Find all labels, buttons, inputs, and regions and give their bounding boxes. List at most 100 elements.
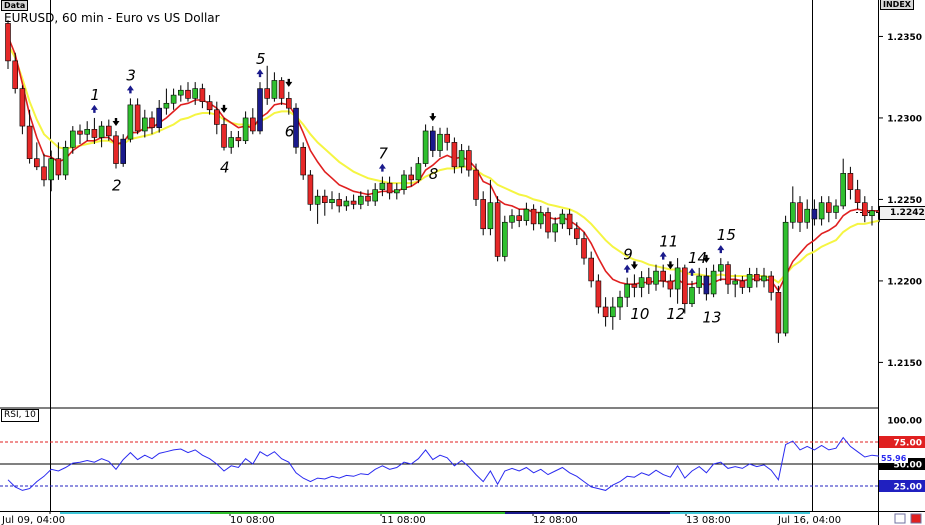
candle-body: [415, 163, 422, 181]
candle-body: [645, 277, 652, 285]
candle-body: [710, 270, 717, 295]
candle-body: [624, 283, 631, 298]
marker-label: 11: [659, 233, 678, 251]
candle-body: [386, 182, 393, 194]
candle-body: [41, 166, 47, 181]
candle-body: [797, 202, 803, 223]
candle-body: [588, 257, 595, 282]
candle-body: [372, 189, 379, 202]
marker-label: 7: [378, 145, 388, 163]
candle-body: [660, 270, 667, 282]
price-tick-label: 1.2200: [887, 277, 922, 287]
close-chart-button[interactable]: [910, 513, 922, 524]
price-tick-label: 1.2350: [887, 33, 922, 43]
candle-body: [595, 280, 602, 308]
marker-label: 3: [126, 66, 136, 84]
rsi-pane[interactable]: [0, 409, 878, 511]
candle-body: [206, 101, 213, 111]
candle-body: [91, 129, 98, 138]
candle-body: [408, 174, 415, 181]
candle-body: [19, 88, 26, 127]
candle-body: [235, 137, 242, 142]
candle-body: [509, 215, 515, 223]
candle-body: [250, 117, 256, 132]
candle-body: [379, 182, 386, 190]
candle-body: [307, 174, 314, 205]
candle-body: [725, 264, 731, 285]
candle-body: [602, 306, 609, 318]
candle-body: [48, 158, 55, 181]
candle-body: [566, 213, 573, 230]
candle-body: [178, 89, 184, 96]
marker-label: 14: [688, 249, 707, 267]
candle-body: [581, 238, 587, 259]
time-tick-label: 12 08:00: [533, 515, 578, 525]
price-pane[interactable]: [0, 0, 878, 407]
candle-body: [214, 109, 220, 125]
marker-label: 4: [220, 159, 230, 177]
candle-body: [703, 275, 710, 295]
time-tick-label: 13 08:00: [686, 515, 731, 525]
candle-body: [170, 94, 177, 104]
marker-label: 12: [666, 305, 685, 323]
candle-body: [768, 275, 775, 293]
rsi-tick-label: 75.00: [894, 439, 922, 449]
candle-body: [494, 202, 501, 257]
candle-body: [228, 137, 234, 148]
candle-body: [451, 142, 458, 168]
candle-body: [775, 292, 782, 334]
candle-body: [192, 88, 198, 99]
candle-body: [609, 306, 616, 318]
candle-body: [149, 117, 155, 129]
candle-body: [329, 199, 335, 203]
candle-body: [681, 267, 688, 305]
price-tick-label: 1.2150: [887, 359, 922, 369]
candle-body: [357, 195, 364, 205]
chart-svg: 1.2350 1.2300 1.2250 1.2200 1.2150 Jul 09, 04…: [0, 0, 925, 525]
time-axis-strip: [60, 512, 810, 514]
candle-body: [84, 129, 90, 135]
candle-body: [530, 208, 537, 225]
candle-body: [458, 150, 465, 168]
candle-body: [689, 287, 695, 305]
candle-body: [638, 277, 645, 288]
candle-body: [12, 60, 18, 89]
candle-body: [134, 104, 141, 132]
time-tick-label: Jul 16, 04:00: [777, 515, 841, 525]
candle-body: [285, 98, 292, 109]
candle-body: [343, 200, 350, 207]
candle-body: [782, 221, 789, 334]
chart-window: 1.2350 1.2300 1.2250 1.2200 1.2150 Jul 09, 04…: [0, 0, 925, 525]
candle-body: [501, 221, 508, 257]
candle-body: [854, 189, 861, 203]
candle-body: [300, 146, 307, 176]
candle-body: [717, 264, 724, 272]
rsi-tick-label: 25.00: [894, 483, 922, 493]
candle-body: [429, 130, 436, 151]
price-tick-label: 1.2250: [887, 196, 922, 206]
candle-body: [199, 88, 206, 102]
candle-body: [465, 150, 472, 171]
candle-body: [5, 23, 11, 62]
candle-body: [163, 102, 170, 109]
marker-label: 10: [630, 305, 649, 323]
candle-body: [185, 89, 191, 99]
chart-title: EURUSD, 60 min - Euro vs US Dollar: [4, 11, 220, 25]
zoom-out-button[interactable]: [894, 513, 906, 524]
candle-body: [653, 270, 659, 285]
candle-body: [840, 173, 847, 207]
candle-body: [746, 274, 753, 288]
candle-body: [33, 158, 40, 168]
candle-body: [516, 215, 523, 221]
rsi-tag: RSI, 10: [1, 409, 39, 422]
candle-body: [552, 223, 559, 233]
candle-body: [631, 283, 638, 288]
candle-body: [487, 202, 494, 230]
candle-body: [537, 212, 544, 225]
candle-body: [70, 130, 76, 148]
candle-body: [573, 228, 580, 239]
candle-body: [62, 146, 69, 176]
candle-body: [257, 88, 263, 132]
candle-body: [847, 173, 854, 190]
candle-body: [321, 195, 328, 203]
